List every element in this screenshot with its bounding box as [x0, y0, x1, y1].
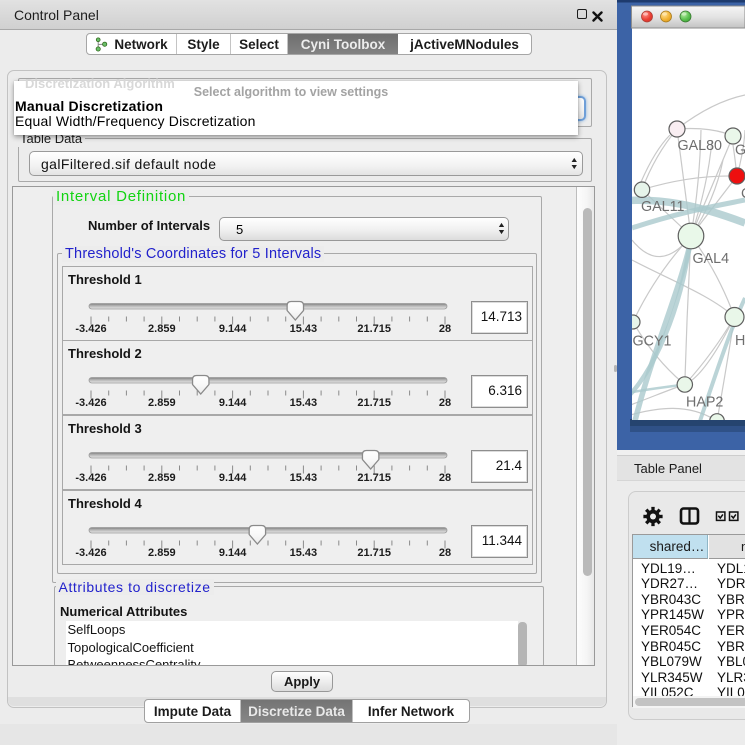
- svg-text:-3.426: -3.426: [75, 323, 106, 335]
- svg-text:15.43: 15.43: [290, 397, 318, 409]
- svg-text:21.715: 21.715: [357, 397, 391, 409]
- svg-text:GAL4: GAL4: [693, 251, 730, 267]
- svg-text:HIS: HIS: [735, 333, 745, 349]
- svg-text:2.859: 2.859: [148, 547, 176, 559]
- svg-text:GAL80: GAL80: [678, 138, 723, 154]
- svg-text:-3.426: -3.426: [75, 547, 106, 559]
- svg-text:-3.426: -3.426: [75, 397, 106, 409]
- svg-text:21.715: 21.715: [357, 472, 391, 484]
- svg-text:2.859: 2.859: [148, 397, 176, 409]
- svg-text:GAL11: GAL11: [641, 199, 684, 215]
- svg-text:GAL: GAL: [735, 143, 745, 159]
- svg-text:-3.426: -3.426: [75, 472, 106, 484]
- svg-text:21.715: 21.715: [357, 323, 391, 335]
- svg-text:9.144: 9.144: [219, 472, 247, 484]
- svg-text:28: 28: [439, 323, 451, 335]
- svg-text:21.715: 21.715: [357, 547, 391, 559]
- svg-text:9.144: 9.144: [219, 397, 247, 409]
- svg-text:9.144: 9.144: [219, 547, 247, 559]
- svg-text:28: 28: [439, 472, 451, 484]
- svg-text:9.144: 9.144: [219, 323, 247, 335]
- svg-text:28: 28: [439, 547, 451, 559]
- svg-text:CO: CO: [741, 186, 745, 202]
- svg-text:2.859: 2.859: [148, 472, 176, 484]
- svg-text:HAP2: HAP2: [686, 395, 723, 411]
- svg-text:28: 28: [439, 397, 451, 409]
- svg-text:GCY1: GCY1: [633, 334, 672, 350]
- svg-text:2.859: 2.859: [148, 323, 176, 335]
- svg-text:15.43: 15.43: [290, 472, 318, 484]
- svg-text:15.43: 15.43: [290, 323, 318, 335]
- svg-text:15.43: 15.43: [290, 547, 318, 559]
